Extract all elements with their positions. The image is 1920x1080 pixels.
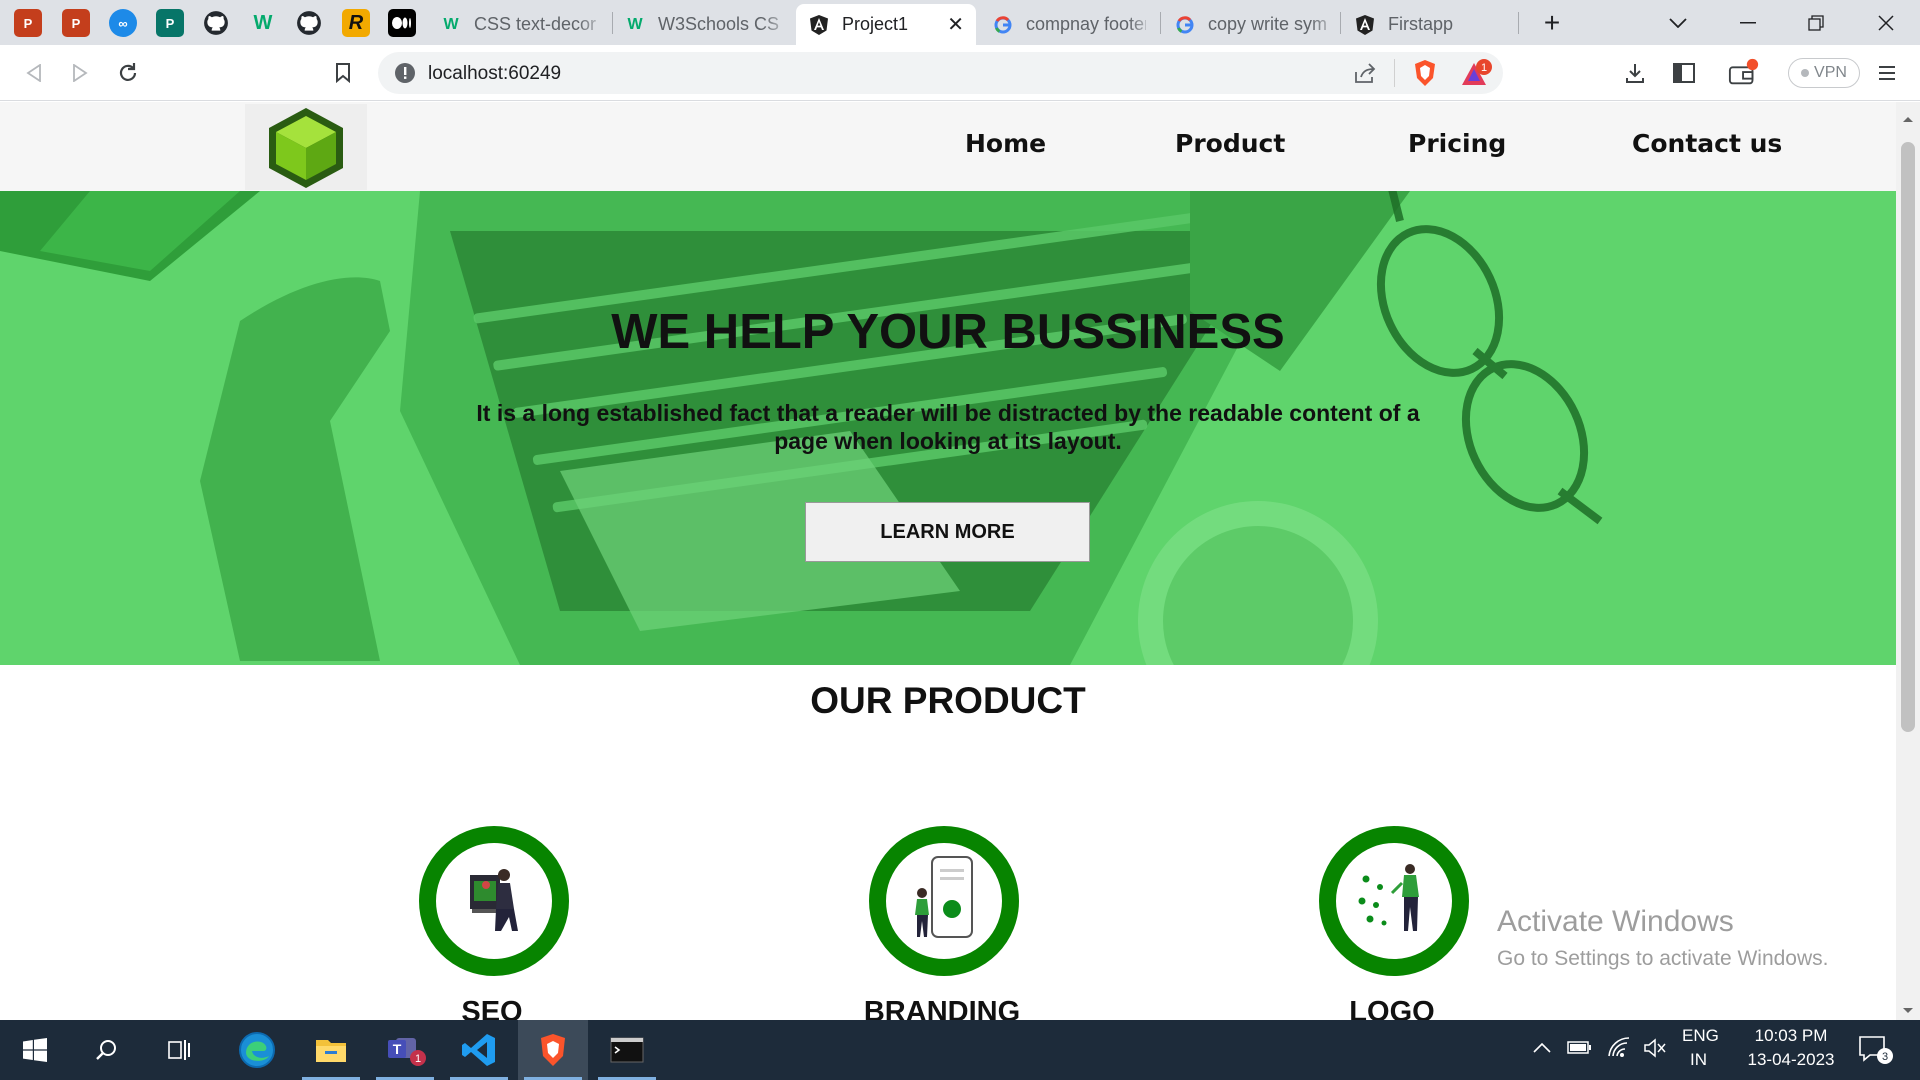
nav-contact-us[interactable]: Contact us [1632, 129, 1782, 158]
svg-text:3: 3 [1882, 1051, 1888, 1063]
product-label: SEO [461, 996, 523, 1020]
vpn-button[interactable]: VPN [1788, 58, 1860, 88]
seo-illustration-icon [419, 826, 569, 976]
tab-firstapp[interactable]: Firstapp [1342, 4, 1517, 45]
sidebar-icon[interactable] [1668, 57, 1700, 89]
medium-icon[interactable] [388, 9, 416, 37]
site-navbar: Home Product Pricing Contact us [0, 102, 1896, 191]
wifi-icon[interactable] [1607, 1036, 1631, 1063]
new-tab-icon[interactable]: + [1524, 0, 1580, 45]
hero-description: It is a long established fact that a rea… [476, 400, 1420, 454]
cube-logo-icon [269, 108, 343, 188]
minimize-icon[interactable] [1720, 0, 1776, 45]
close-tab-icon[interactable]: ✕ [947, 12, 964, 37]
google-icon [1174, 14, 1196, 36]
close-window-icon[interactable] [1858, 0, 1914, 45]
search-icon[interactable] [72, 1020, 142, 1080]
branding-illustration-icon [869, 826, 1019, 976]
logo-illustration-icon [1319, 826, 1469, 976]
scroll-thumb[interactable] [1901, 142, 1915, 732]
show-hidden-icons-icon[interactable] [1533, 1038, 1551, 1058]
github-icon[interactable] [295, 9, 323, 37]
product-section-heading: OUR PRODUCT [810, 680, 1086, 721]
menu-icon[interactable] [1871, 57, 1903, 89]
svg-text:1: 1 [415, 1053, 421, 1065]
wallet-icon[interactable] [1728, 57, 1760, 89]
site-info-icon[interactable] [394, 62, 416, 89]
windows-taskbar: T1 ENG IN 10:03 PM 13-04-2023 3 [0, 1020, 1920, 1080]
forward-icon[interactable] [64, 57, 96, 89]
tab-w3schools-css[interactable]: W W3Schools CSS [612, 4, 792, 45]
browser-toolbar: localhost:60249 1 VPN [0, 45, 1920, 101]
tab-css-text-decoration[interactable]: W CSS text-decora [428, 4, 608, 45]
angular-icon [1354, 14, 1376, 36]
vscode-icon[interactable] [444, 1020, 514, 1080]
downloads-icon[interactable] [1619, 57, 1651, 89]
edge-icon[interactable] [222, 1020, 292, 1080]
w3schools-icon[interactable]: W [249, 9, 277, 37]
scroll-up-icon[interactable] [1902, 110, 1914, 128]
tab-search-chevron-icon[interactable] [1650, 0, 1706, 45]
brave-icon[interactable] [518, 1020, 588, 1080]
share-icon[interactable] [1353, 62, 1377, 89]
clock[interactable]: 10:03 PM 13-04-2023 [1738, 1026, 1844, 1070]
google-icon [992, 14, 1014, 36]
start-icon[interactable] [0, 1020, 70, 1080]
w3schools-icon: W [443, 15, 459, 33]
bookmark-icon[interactable] [327, 57, 359, 89]
microsoft-publisher-icon[interactable]: P [156, 9, 184, 37]
brave-rewards-icon[interactable]: 1 [1460, 59, 1492, 92]
svg-text:T: T [393, 1041, 402, 1057]
battery-icon[interactable] [1567, 1038, 1593, 1061]
tab-project1[interactable]: Project1 ✕ [796, 4, 976, 45]
back-icon[interactable] [18, 57, 50, 89]
tab-copy-write-symbol[interactable]: copy write symb [1162, 4, 1340, 45]
address-bar[interactable]: localhost:60249 1 [378, 52, 1503, 94]
hero-title: WE HELP YOUR BUSSINESS [611, 305, 1285, 359]
task-view-icon[interactable] [144, 1020, 214, 1080]
url-text[interactable]: localhost:60249 [428, 63, 561, 85]
nav-home[interactable]: Home [965, 129, 1046, 158]
r-icon[interactable]: R [342, 9, 370, 37]
svg-text:1: 1 [1481, 62, 1487, 74]
powerpoint-icon[interactable]: P [14, 9, 42, 37]
tab-company-footer[interactable]: compnay footer [980, 4, 1158, 45]
activate-windows-watermark: Activate Windows Go to Settings to activ… [1497, 905, 1829, 970]
learn-more-button[interactable]: LEARN MORE [805, 502, 1090, 562]
powerpoint-icon[interactable]: P [62, 9, 90, 37]
scroll-down-icon[interactable] [1902, 1002, 1914, 1020]
nav-pricing[interactable]: Pricing [1408, 129, 1506, 158]
restore-icon[interactable] [1788, 0, 1844, 45]
language-indicator[interactable]: ENG IN [1682, 1026, 1719, 1070]
reload-icon[interactable] [112, 57, 144, 89]
w3schools-icon: W [627, 15, 643, 33]
vpn-status-icon [1801, 69, 1810, 77]
github-icon[interactable] [202, 9, 230, 37]
product-label: LOGO [1349, 996, 1435, 1020]
site-logo[interactable] [245, 104, 367, 190]
codeninja-icon[interactable]: ∞ [109, 9, 137, 37]
file-explorer-icon[interactable] [296, 1020, 366, 1080]
product-label: BRANDING [863, 996, 1021, 1020]
volume-muted-icon[interactable] [1643, 1037, 1667, 1064]
nav-product[interactable]: Product [1175, 129, 1285, 158]
page-viewport: Home Product Pricing Contact us WE HELP … [0, 102, 1896, 1020]
notifications-icon[interactable]: 3 [1857, 1034, 1895, 1071]
brave-shields-icon[interactable] [1412, 59, 1438, 92]
terminal-icon[interactable] [592, 1020, 662, 1080]
browser-tab-strip: P P ∞ P W R W CSS text-decora W W3School… [0, 0, 1920, 45]
angular-icon [808, 14, 830, 36]
page-scrollbar[interactable] [1896, 102, 1920, 1020]
hero-section: WE HELP YOUR BUSSINESS It is a long esta… [0, 191, 1896, 665]
teams-icon[interactable]: T1 [370, 1020, 440, 1080]
